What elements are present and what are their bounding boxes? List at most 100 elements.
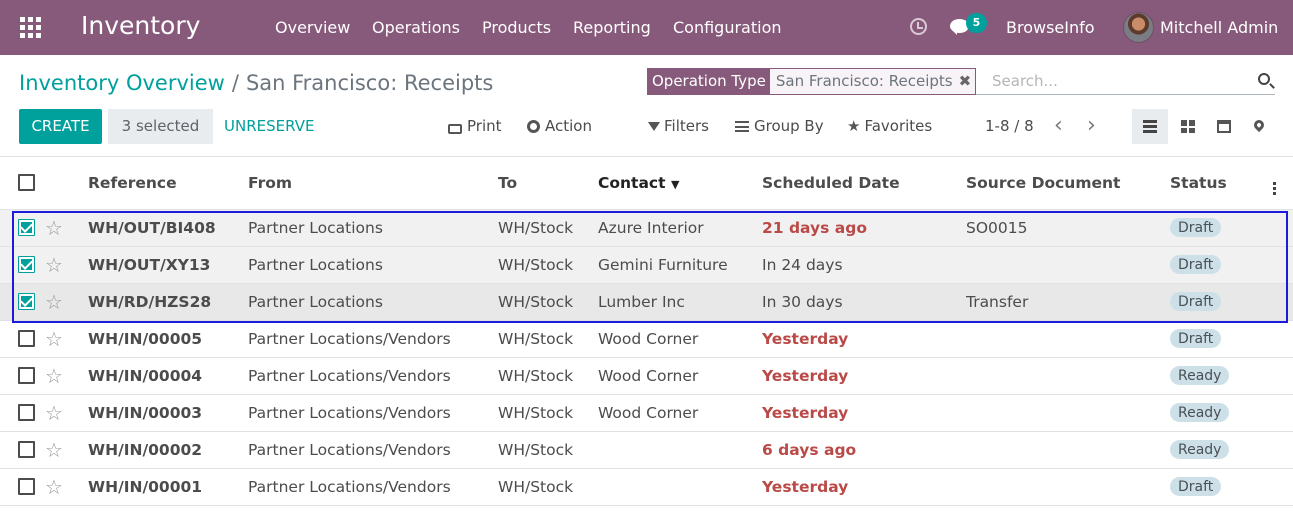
cell-status: Draft (1170, 320, 1273, 358)
breadcrumb-parent-link[interactable]: Inventory Overview (19, 71, 225, 95)
table-row[interactable]: ☆ WH/IN/00003 Partner Locations/Vendors WH/… (0, 394, 1293, 432)
cell-from: Partner Locations (248, 283, 498, 321)
optional-columns-toggle[interactable] (1273, 157, 1293, 210)
status-badge: Ready (1170, 366, 1230, 385)
row-checkbox[interactable] (18, 478, 35, 495)
favorite-cell[interactable]: ☆ (45, 394, 88, 432)
kanban-view-button[interactable] (1170, 109, 1206, 144)
cell-to: WH/Stock (498, 246, 598, 284)
row-checkbox[interactable] (18, 330, 35, 347)
table-row[interactable]: ☆ WH/IN/00001 Partner Locations/Vendors WH/… (0, 468, 1293, 506)
group-by-menu-button[interactable]: Group By (735, 109, 824, 144)
column-header-reference[interactable]: Reference (88, 157, 248, 210)
column-header-from[interactable]: From (248, 157, 498, 210)
favorites-menu-button[interactable]: ★ Favorites (847, 109, 932, 144)
star-outline-icon[interactable]: ☆ (45, 327, 63, 351)
row-select-cell[interactable] (0, 283, 45, 321)
star-outline-icon[interactable]: ☆ (45, 475, 63, 499)
row-checkbox[interactable] (18, 404, 35, 421)
select-all-checkbox[interactable] (18, 174, 35, 192)
row-checkbox[interactable] (18, 219, 35, 236)
star-outline-icon[interactable]: ☆ (45, 216, 63, 240)
favorite-cell[interactable]: ☆ (45, 320, 88, 358)
column-header-source-document[interactable]: Source Document (966, 157, 1170, 210)
cell-from: Partner Locations/Vendors (248, 431, 498, 469)
search-input[interactable] (992, 68, 1252, 94)
cell-reference: WH/OUT/XY13 (88, 246, 248, 284)
row-checkbox[interactable] (18, 293, 35, 310)
star-outline-icon[interactable]: ☆ (45, 401, 63, 425)
table-header-row: Reference From To Contact ▼ Scheduled Da… (0, 157, 1293, 210)
cell-contact (598, 468, 762, 506)
row-select-cell[interactable] (0, 209, 45, 247)
user-avatar[interactable] (1123, 12, 1154, 43)
apps-menu-icon[interactable] (20, 17, 41, 38)
table-row[interactable]: ☆ WH/IN/00002 Partner Locations/Vendors WH/… (0, 431, 1293, 469)
row-checkbox[interactable] (18, 441, 35, 458)
table-row[interactable]: ☆ WH/OUT/BI408 Partner Locations WH/Stock Az… (0, 209, 1293, 247)
row-checkbox[interactable] (18, 256, 35, 273)
star-outline-icon[interactable]: ☆ (45, 364, 63, 388)
row-select-cell[interactable] (0, 431, 45, 469)
menu-reporting[interactable]: Reporting (573, 18, 651, 37)
favorite-cell[interactable]: ☆ (45, 357, 88, 395)
user-menu[interactable]: Mitchell Admin (1160, 18, 1278, 37)
row-checkbox[interactable] (18, 367, 35, 384)
facet-remove-icon[interactable]: ✖ (959, 69, 972, 94)
create-button[interactable]: CREATE (19, 109, 102, 144)
cell-spacer (1273, 320, 1293, 358)
row-select-cell[interactable] (0, 394, 45, 432)
status-badge: Ready (1170, 440, 1230, 459)
list-view-button[interactable] (1132, 109, 1168, 144)
activity-clock-icon[interactable] (910, 18, 927, 35)
favorite-cell[interactable]: ☆ (45, 468, 88, 506)
star-outline-icon[interactable]: ☆ (45, 253, 63, 277)
column-header-contact[interactable]: Contact ▼ (598, 157, 762, 210)
contact-header-label: Contact (598, 173, 666, 192)
column-header-to[interactable]: To (498, 157, 598, 210)
star-outline-icon[interactable]: ☆ (45, 290, 63, 314)
cell-scheduled-date: In 30 days (762, 283, 966, 321)
favorite-cell[interactable]: ☆ (45, 209, 88, 247)
menu-operations[interactable]: Operations (372, 18, 460, 37)
pager-previous-icon[interactable]: ‹ (1054, 109, 1063, 144)
menu-products[interactable]: Products (482, 18, 551, 37)
pager-next-icon[interactable]: › (1087, 109, 1096, 144)
cell-contact: Azure Interior (598, 209, 762, 247)
menu-overview[interactable]: Overview (275, 18, 350, 37)
unreserve-button[interactable]: UNRESERVE (224, 109, 314, 144)
select-all-cell[interactable] (0, 157, 45, 210)
cell-reference: WH/IN/00004 (88, 357, 248, 395)
favorite-cell[interactable]: ☆ (45, 283, 88, 321)
app-title[interactable]: Inventory (81, 11, 200, 40)
company-switcher[interactable]: BrowseInfo (1006, 18, 1095, 37)
pager-value[interactable]: 1-8 / 8 (985, 109, 1034, 144)
table-row[interactable]: ☆ WH/OUT/XY13 Partner Locations WH/Stock Gem… (0, 246, 1293, 284)
column-header-scheduled-date[interactable]: Scheduled Date (762, 157, 966, 210)
cell-to: WH/Stock (498, 394, 598, 432)
map-view-button[interactable] (1241, 109, 1277, 144)
favorite-cell[interactable]: ☆ (45, 431, 88, 469)
cell-spacer (1273, 357, 1293, 395)
action-menu-button[interactable]: Action (527, 109, 592, 144)
row-select-cell[interactable] (0, 357, 45, 395)
control-panel: Inventory Overview / San Francisco: Receip… (0, 55, 1293, 157)
cell-spacer (1273, 468, 1293, 506)
row-select-cell[interactable] (0, 468, 45, 506)
facet-label: Operation Type (648, 69, 770, 94)
favorite-cell[interactable]: ☆ (45, 246, 88, 284)
filters-menu-button[interactable]: Filters (648, 109, 709, 144)
table-row[interactable]: ☆ WH/IN/00005 Partner Locations/Vendors WH/… (0, 320, 1293, 358)
cell-status: Ready (1170, 357, 1273, 395)
search-icon[interactable] (1258, 73, 1270, 85)
cell-to: WH/Stock (498, 283, 598, 321)
row-select-cell[interactable] (0, 246, 45, 284)
calendar-view-button[interactable] (1206, 109, 1242, 144)
print-menu-button[interactable]: Print (448, 109, 502, 144)
table-row[interactable]: ☆ WH/IN/00004 Partner Locations/Vendors WH/… (0, 357, 1293, 395)
menu-configuration[interactable]: Configuration (673, 18, 782, 37)
star-outline-icon[interactable]: ☆ (45, 438, 63, 462)
table-row[interactable]: ☆ WH/RD/HZS28 Partner Locations WH/Stock Lum… (0, 283, 1293, 321)
column-header-status[interactable]: Status (1170, 157, 1273, 210)
row-select-cell[interactable] (0, 320, 45, 358)
